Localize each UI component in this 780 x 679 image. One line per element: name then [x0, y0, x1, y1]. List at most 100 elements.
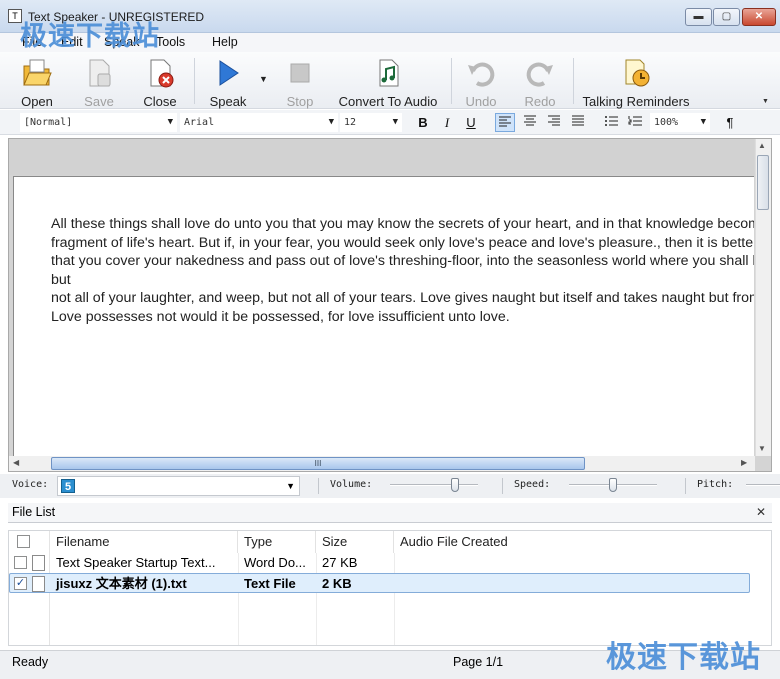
bullet-list-button[interactable]: [601, 113, 621, 132]
toolbar-separator: [194, 58, 195, 104]
font-size-select[interactable]: 12 ▼: [340, 113, 402, 132]
column-audio-created[interactable]: Audio File Created: [394, 531, 544, 553]
scroll-up-icon[interactable]: ▲: [758, 141, 766, 150]
voice-select[interactable]: 5 ▼: [57, 476, 300, 496]
style-select[interactable]: [Normal] ▼: [20, 113, 177, 132]
maximize-button[interactable]: ▢: [713, 8, 740, 26]
font-size-value: 12: [344, 117, 357, 128]
audio-cell: [394, 553, 544, 573]
select-all-checkbox[interactable]: [17, 535, 30, 548]
scroll-left-icon[interactable]: ◀: [13, 458, 19, 467]
font-value: Arial: [184, 117, 215, 128]
zoom-value: 100%: [654, 117, 679, 128]
chevron-down-icon: ▼: [328, 117, 334, 127]
text-file-icon: [32, 576, 45, 592]
align-right-icon: [548, 115, 560, 126]
justify-icon: [572, 115, 584, 126]
speed-label: Speed:: [514, 479, 551, 490]
undo-icon: [468, 62, 495, 87]
speak-button[interactable]: Speak: [203, 54, 253, 109]
filename-cell: jisuxz 文本素材 (1).txt: [56, 576, 187, 591]
ruler: [9, 139, 754, 175]
vertical-scroll-thumb[interactable]: [757, 155, 769, 210]
row-checkbox-checked[interactable]: ✓: [14, 577, 27, 590]
reminders-label: Talking Reminders: [582, 94, 690, 109]
chevron-down-icon: ▼: [286, 481, 295, 491]
size-cell: 2 KB: [322, 576, 352, 591]
volume-knob[interactable]: [451, 478, 459, 492]
save-label: Save: [84, 94, 114, 109]
voice-separator: [502, 478, 503, 494]
pitch-label: Pitch:: [697, 479, 734, 490]
toolbar-separator: [573, 58, 574, 104]
font-select[interactable]: Arial ▼: [180, 113, 338, 132]
column-type[interactable]: Type: [238, 531, 316, 553]
chevron-down-icon: ▼: [700, 117, 706, 127]
horizontal-scroll-thumb[interactable]: III: [51, 457, 585, 470]
pitch-slider[interactable]: [746, 478, 780, 492]
table-row-selected[interactable]: ✓ jisuxz 文本素材 (1).txt Text File 2 KB: [9, 573, 750, 593]
show-formatting-button[interactable]: ¶: [720, 113, 740, 132]
numbered-list-button[interactable]: [625, 113, 645, 132]
voice-value-badge: 5: [61, 479, 75, 493]
document-text[interactable]: All these things shall love do unto you …: [51, 215, 754, 327]
justify-button[interactable]: [568, 113, 588, 132]
speak-label: Speak: [209, 94, 247, 109]
size-cell: 27 KB: [322, 555, 358, 570]
word-document-icon: [32, 555, 45, 571]
stop-icon: [290, 63, 310, 83]
watermark-bottom: 极速下载站: [606, 641, 761, 674]
underline-button[interactable]: U: [461, 113, 481, 132]
menu-help[interactable]: Help: [212, 33, 238, 52]
open-label: Open: [21, 94, 53, 109]
menu-tools[interactable]: Tools: [156, 33, 185, 52]
table-row[interactable]: Text Speaker Startup Text... Word Do... …: [9, 553, 750, 573]
bold-button[interactable]: B: [413, 113, 433, 132]
align-left-button[interactable]: [495, 113, 515, 132]
file-list-table: Filename Type Size Audio File Created Te…: [8, 530, 772, 646]
speak-dropdown-icon[interactable]: ▼: [259, 74, 268, 84]
row-checkbox[interactable]: [14, 556, 27, 569]
redo-button[interactable]: Redo: [520, 54, 560, 109]
type-cell: Word Do...: [244, 555, 306, 570]
italic-button[interactable]: I: [437, 113, 457, 132]
file-list-close-icon[interactable]: ✕: [756, 505, 766, 519]
open-button[interactable]: Open: [14, 54, 60, 109]
convert-to-audio-button[interactable]: Convert To Audio: [336, 54, 440, 109]
status-text: Ready: [12, 655, 49, 669]
style-value: [Normal]: [24, 117, 73, 128]
minimize-button[interactable]: ▬: [685, 8, 712, 26]
scroll-down-icon[interactable]: ▼: [758, 444, 766, 453]
column-filename[interactable]: Filename: [50, 531, 238, 553]
document-page[interactable]: All these things shall love do unto you …: [13, 176, 754, 456]
filename-cell: Text Speaker Startup Text...: [56, 555, 216, 570]
speed-knob[interactable]: [609, 478, 617, 492]
column-size[interactable]: Size: [316, 531, 394, 553]
audio-file-icon: [379, 59, 399, 87]
toolbar-overflow-icon[interactable]: ▼: [762, 98, 769, 105]
speed-slider[interactable]: [569, 478, 657, 492]
scroll-right-icon[interactable]: ▶: [741, 458, 747, 467]
voice-separator: [685, 478, 686, 494]
stop-label: Stop: [286, 94, 314, 109]
type-cell: Text File: [244, 576, 296, 591]
zoom-select[interactable]: 100% ▼: [650, 113, 710, 132]
undo-label: Undo: [465, 94, 497, 109]
close-file-button[interactable]: Close: [138, 54, 182, 109]
volume-slider[interactable]: [390, 478, 478, 492]
close-window-button[interactable]: ✕: [742, 8, 776, 26]
stop-button[interactable]: Stop: [281, 54, 319, 109]
save-button[interactable]: Save: [77, 54, 121, 109]
file-list-title: File List: [12, 505, 56, 519]
talking-reminders-button[interactable]: Talking Reminders: [580, 54, 692, 109]
align-center-button[interactable]: [520, 113, 540, 132]
chevron-down-icon: ▼: [167, 117, 173, 127]
align-right-button[interactable]: [544, 113, 564, 132]
play-icon: [219, 60, 239, 86]
convert-label: Convert To Audio: [338, 94, 438, 109]
audio-cell: [394, 574, 544, 594]
toolbar-separator: [451, 58, 452, 104]
voice-label: Voice:: [12, 479, 49, 490]
undo-button[interactable]: Undo: [461, 54, 501, 109]
close-document-icon: [150, 59, 174, 88]
